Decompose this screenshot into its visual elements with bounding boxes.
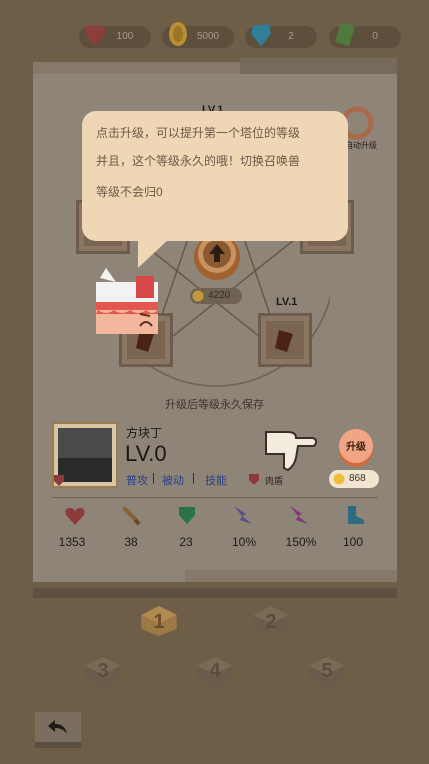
coin-icon [192, 290, 204, 302]
resource-coins: 5000 [162, 22, 234, 48]
stat-attack: 38 [124, 535, 138, 549]
upgrade-cost-pill: 868 [329, 470, 379, 488]
hero-name: 方块丁 [126, 426, 163, 440]
tab-attack[interactable]: 普攻 [126, 472, 148, 488]
upgrade-cost: 868 [349, 473, 366, 484]
slot-2-label: 2 [265, 611, 277, 633]
stat-defense: 23 [179, 535, 193, 549]
heart-icon [65, 508, 85, 525]
green-card-icon [335, 22, 355, 46]
tooltip-tail [138, 238, 170, 268]
stat-crit-damage: 150% [285, 535, 317, 549]
sword-icon [123, 507, 141, 526]
crit-icon [234, 506, 252, 524]
tutorial-tooltip: 点击升级，可以提升第一个塔位的等级 并且，这个等级永久的哦！切换召唤兽 等级不会… [82, 111, 348, 241]
resource-gems: 2 [245, 24, 317, 48]
hearts-value: 100 [116, 31, 134, 42]
center-cost: 4220 [208, 290, 231, 301]
tooltip-line-1: 点击升级，可以提升第一个塔位的等级 [96, 126, 301, 140]
panel-tab-right [240, 58, 397, 74]
auto-upgrade-label: 自动升级 [345, 141, 377, 150]
shield-icon [179, 507, 195, 524]
boot-icon [348, 506, 364, 524]
role-label: 肉盾 [265, 476, 284, 486]
upgrade-label: 升级 [346, 442, 366, 453]
save-note: 升级后等级永久保存 [165, 399, 264, 411]
tooltip-line-2: 并且，这个等级永久的哦！切换召唤兽 [96, 154, 301, 168]
tab-passive[interactable]: 被动 [162, 472, 184, 488]
slot-3-label: 3 [97, 660, 109, 682]
coins-value: 5000 [196, 31, 220, 42]
tab-skill[interactable]: 技能 [205, 472, 227, 488]
back-button[interactable] [35, 712, 81, 748]
stat-crit-rate: 10% [231, 535, 257, 549]
blue-gem-icon [251, 24, 271, 46]
gems-value: 2 [288, 31, 294, 42]
role-shield-icon [249, 474, 259, 485]
guide-character-icon [96, 268, 158, 334]
panel-bottom-bar [33, 588, 397, 598]
stat-hp: 1353 [58, 535, 86, 549]
resource-hearts: 100 [79, 25, 151, 48]
stats-divider [52, 497, 378, 498]
right-slot-level: LV.1 [276, 296, 298, 308]
crit-damage-icon [290, 506, 308, 524]
slot-1-label: 1 [153, 611, 165, 633]
tab-divider: | [192, 472, 195, 484]
slot-5-label: 5 [321, 660, 333, 682]
coin-icon [333, 473, 345, 485]
back-arrow-icon [48, 720, 67, 734]
coin-icon [169, 22, 187, 46]
tooltip-line-3: 等级不会归0 [96, 185, 163, 199]
tower-slot-bottom-right[interactable] [258, 313, 312, 367]
stat-speed: 100 [342, 535, 364, 549]
cards-value: 0 [372, 31, 378, 42]
slot-4-label: 4 [209, 660, 221, 682]
heart-icon [84, 25, 106, 46]
hero-class-icon [54, 475, 64, 486]
panel-footer-tab [33, 570, 185, 582]
card-icon [275, 330, 293, 352]
tab-divider: | [152, 472, 155, 484]
center-cost-pill: 4220 [190, 288, 242, 304]
resource-cards: 0 [329, 22, 401, 48]
hero-level: LV.0 [125, 441, 167, 466]
pointer-hand-icon [265, 431, 318, 472]
